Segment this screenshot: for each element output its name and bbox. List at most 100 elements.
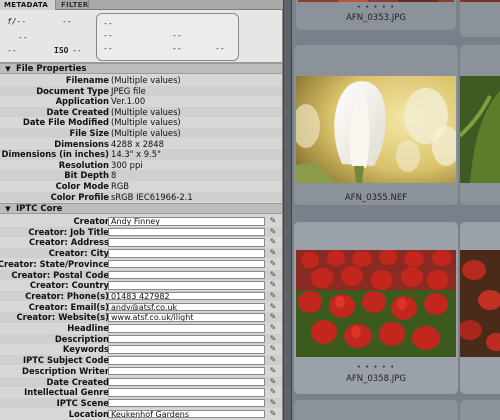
field-input[interactable] [108, 270, 265, 280]
thumbnail-cell[interactable]: AFN_0355.NEF [294, 45, 458, 205]
field-label: File Size [69, 128, 109, 138]
pencil-edit-icon[interactable]: ✎ [267, 409, 279, 419]
metadata-row: IPTC Scene ✎ [0, 397, 283, 409]
metadata-row: Creator: Email(s) andy@atsf.co.uk ✎ [0, 302, 283, 312]
thumbnail-cell[interactable] [460, 45, 500, 205]
field-label: Description [54, 333, 109, 344]
metadata-row: Creator: Phone(s) 01483 427982 ✎ [0, 290, 283, 302]
metadata-row: Creator: Website(s) www.atsf.co.uk/ilight… [0, 312, 283, 323]
thumbnail-filename: AFN_0355.NEF [344, 193, 408, 203]
field-input[interactable] [108, 345, 265, 354]
metadata-row: Creator: Address ✎ [0, 237, 283, 247]
field-label: IPTC Subject Code [22, 355, 109, 366]
field-label: Creator [73, 216, 110, 226]
metadata-row: Application Ver.1.00 [0, 96, 283, 106]
field-label: Creator: Country [29, 280, 109, 291]
field-label: Creator: Job Title [28, 226, 109, 237]
metadata-row: Date File Modified (Multiple values) [0, 117, 283, 127]
field-value: JPEG file [111, 85, 146, 96]
pencil-edit-icon[interactable]: ✎ [267, 355, 279, 365]
pencil-edit-icon[interactable]: ✎ [267, 334, 279, 344]
section-header-iptc-core[interactable]: ▼ IPTC Core [0, 203, 283, 214]
disclosure-triangle-icon[interactable]: ▼ [0, 64, 16, 74]
field-input[interactable]: Keukenhof Gardens [108, 409, 265, 419]
pencil-edit-icon[interactable]: ✎ [267, 259, 279, 269]
pencil-edit-icon[interactable]: ✎ [267, 387, 279, 397]
thumbnail-cell[interactable] [460, 222, 500, 394]
pencil-edit-icon[interactable]: ✎ [267, 216, 279, 226]
disclosure-triangle-icon[interactable]: ▼ [0, 204, 16, 214]
pencil-edit-icon[interactable]: ✎ [267, 248, 279, 258]
field-label: Creator: State/Province [0, 258, 109, 269]
pencil-edit-icon[interactable]: ✎ [267, 366, 279, 376]
thumbnail-cell[interactable] [460, 400, 500, 420]
metadata-row: IPTC Subject Code ✎ [0, 355, 283, 366]
pencil-edit-icon[interactable]: ✎ [267, 227, 279, 237]
panel-splitter[interactable] [283, 0, 292, 420]
field-input[interactable]: www.atsf.co.uk/ilight [108, 313, 265, 322]
field-input[interactable] [108, 259, 265, 269]
field-label: Location [68, 408, 109, 419]
camera-value-d2: -- [7, 46, 17, 55]
field-input[interactable]: andy@atsf.co.uk [108, 302, 265, 312]
camera-value-d1: -- [18, 33, 28, 42]
metadata-row: Location Keukenhof Gardens ✎ [0, 409, 283, 419]
thumbnail-cell-selected[interactable]: • • • • • AFN_0358.JPG [294, 222, 458, 394]
field-input[interactable] [108, 377, 265, 387]
section-title: IPTC Core [16, 204, 63, 214]
metadata-row: Color Mode RGB [0, 181, 283, 191]
field-input[interactable]: Andy Finney [108, 217, 265, 226]
rating-dots[interactable]: • • • • • [296, 3, 456, 11]
field-value: (Multiple values) [111, 106, 181, 117]
metadata-row: Document Type JPEG file [0, 85, 283, 96]
thumbnail-cell[interactable] [460, 0, 500, 37]
pencil-edit-icon[interactable]: ✎ [267, 302, 279, 312]
field-input[interactable] [108, 398, 265, 408]
metadata-row: Creator: State/Province ✎ [0, 259, 283, 269]
field-input[interactable] [108, 281, 265, 290]
pencil-edit-icon[interactable]: ✎ [267, 398, 279, 408]
field-value: (Multiple values) [111, 117, 181, 128]
field-label: Creator: City [48, 248, 109, 259]
metadata-row: Creator: Country ✎ [0, 280, 283, 290]
tab-filter[interactable]: FILTER [57, 0, 89, 10]
field-label: Description Writer [22, 365, 109, 376]
field-input[interactable] [108, 334, 265, 344]
camera-value-r3: -- [103, 44, 113, 53]
thumbnail-cell[interactable]: • • • • • AFN_0353.JPG [296, 0, 456, 30]
field-label: Bit Depth [64, 170, 109, 181]
thumbnail-cell[interactable] [294, 400, 458, 420]
field-label: Creator: Address [28, 237, 109, 248]
pencil-edit-icon[interactable]: ✎ [267, 312, 279, 322]
thumbnail-filename: AFN_0353.JPG [346, 13, 406, 23]
pencil-edit-icon[interactable]: ✎ [267, 377, 279, 387]
rating-dots[interactable]: • • • • • [296, 363, 456, 371]
field-label: Application [55, 96, 109, 107]
pencil-edit-icon[interactable]: ✎ [267, 237, 279, 247]
field-label: Filename [65, 75, 109, 85]
field-input[interactable] [108, 366, 265, 376]
field-input[interactable] [108, 227, 265, 237]
field-input[interactable] [108, 388, 265, 397]
field-label: Date Created [46, 376, 110, 387]
field-input[interactable] [108, 249, 265, 258]
field-input[interactable] [108, 356, 265, 365]
tab-metadata[interactable]: METADATA [0, 0, 56, 10]
metadata-row: Bit Depth 8 [0, 170, 283, 181]
metadata-row: Color Profile sRGB IEC61966-2.1 [0, 191, 283, 202]
section-header-file-properties[interactable]: ▼ File Properties [0, 63, 283, 74]
field-input[interactable] [108, 238, 265, 247]
field-value: (Multiple values) [111, 75, 181, 85]
pencil-edit-icon[interactable]: ✎ [267, 280, 279, 290]
pencil-edit-icon[interactable]: ✎ [267, 270, 279, 280]
metadata-row: Date Created (Multiple values) [0, 106, 283, 118]
pencil-edit-icon[interactable]: ✎ [267, 323, 279, 333]
field-input[interactable] [108, 324, 265, 333]
field-label: Creator: Website(s) [16, 312, 109, 323]
thumbnail-image [460, 0, 500, 2]
pencil-edit-icon[interactable]: ✎ [267, 344, 279, 354]
field-value: 300 ppi [111, 159, 143, 170]
pencil-edit-icon[interactable]: ✎ [267, 291, 279, 301]
field-input[interactable]: 01483 427982 [108, 291, 265, 301]
field-label: Headline [67, 323, 109, 333]
